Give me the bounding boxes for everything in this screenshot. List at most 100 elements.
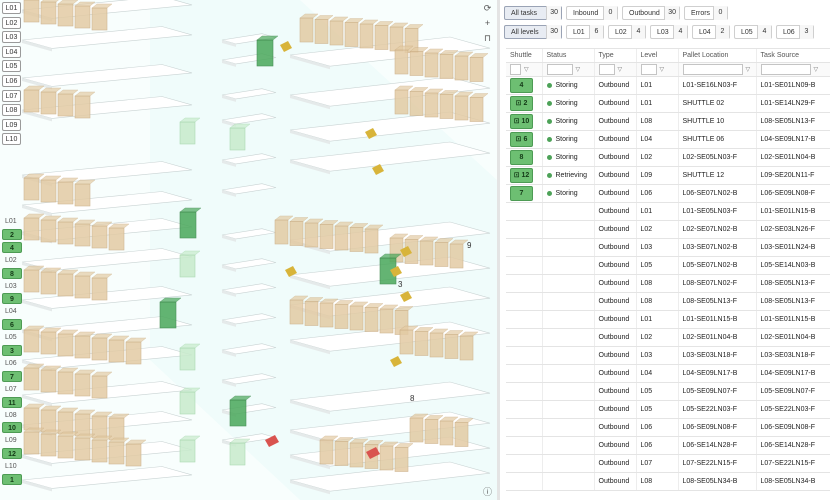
filter-type[interactable]: ▽ [593,62,636,77]
level-button-l03[interactable]: L03 [2,31,21,44]
level-button-l04[interactable]: L04 [2,45,21,58]
side-shuttle-badge[interactable]: 2 [2,228,22,240]
table-row[interactable]: ⊡ 12 Retrieving Outbound L09 SHUTTLE 12 L09-S… [506,166,830,185]
type_filters-chip[interactable]: Inbound 0 [566,6,618,20]
filter-input[interactable] [640,64,657,75]
level_filters-chip[interactable]: All levels 30 [504,25,562,39]
col-header-level[interactable]: Level [635,48,678,63]
shuttle-badge[interactable]: ⊡ 12 [510,168,533,183]
shuttle-badge[interactable]: ⊡ 2 [510,96,533,111]
table-row[interactable]: 8 Storing Outbound L02 L02-SE05LN03-F L02-SE0… [506,148,830,167]
level-button-l08[interactable]: L08 [2,104,21,117]
col-header-task-source[interactable]: Task Source [755,48,830,63]
filter-icon[interactable]: ▽ [746,66,751,73]
filter-pallet-location[interactable]: ▽ [677,62,756,77]
table-row[interactable]: ⊡ 10 Storing Outbound L08 SHUTTLE 10 L08-SE05… [506,112,830,131]
level_filters-chip[interactable]: L02 4 [608,25,646,39]
side-shuttle-badge[interactable]: 3 [2,345,22,356]
table-filter-row: ▽ ▽ ▽ ▽ ▽ ▽ [506,62,830,77]
warehouse-3d-view[interactable]: L01 L02 L03 L04 L05 L06 L07 L08 L09 L10 L01 2 4 L02 8… [0,0,497,500]
side-shuttle-badge[interactable]: 6 [2,319,22,331]
level_filters-chip[interactable]: L04 2 [692,25,730,39]
shuttle-active [159,301,177,329]
filter-shuttle[interactable]: ▽ [506,62,542,77]
filter-status[interactable]: ▽ [541,62,594,77]
side-shuttle-badge[interactable]: 1 [2,474,22,485]
info-icon[interactable]: ⓘ [481,486,494,499]
level_filters-chip[interactable]: L03 4 [650,25,688,39]
type_filters-chip[interactable]: Errors 0 [684,6,728,20]
crosshair-icon[interactable]: + [481,17,494,30]
table-row[interactable]: Outbound L08 L08-SE05LN34-B L08-SE05LN34-B [506,472,830,491]
table-row[interactable]: Outbound L01 L01-SE05LN03-F L01-SE01LN15-B [506,202,830,221]
table-row[interactable]: Outbound L07 L07-SE22LN15-F L07-SE22LN15-F [506,454,830,473]
shuttle-badge[interactable]: 4 [510,78,533,93]
filter-input[interactable] [598,64,615,75]
level-button-l05[interactable]: L05 [2,60,21,73]
col-header-pallet-location[interactable]: Pallet Location [677,48,756,63]
side-shuttle-badge[interactable]: 8 [2,267,22,279]
shuttle-badge[interactable]: 7 [510,186,533,201]
side-shuttle-badge[interactable]: 12 [2,448,22,460]
table-row[interactable]: Outbound L08 L08-SE05LN13-F L08-SE05LN13-F [506,292,830,311]
table-row[interactable]: ⊡ 2 Storing Outbound L01 SHUTTLE 02 L01-SE14L… [506,94,830,113]
table-row[interactable]: Outbound L08 L08-SE07LN02-F L08-SE05LN13-F [506,274,830,293]
cell-pallet-location: SHUTTLE 10 [677,112,756,131]
table-row[interactable]: Outbound L05 L05-SE09LN07-F L05-SE09LN07-F [506,382,830,401]
filter-input[interactable] [546,64,573,75]
level-button-l10[interactable]: L10 [2,133,21,146]
level-button-l07[interactable]: L07 [2,89,21,102]
filter-icon[interactable]: ▽ [576,66,581,73]
col-header-type[interactable]: Type [593,48,636,63]
refresh-icon[interactable]: ⟳ [481,2,494,15]
table-row[interactable]: Outbound L03 L03-SE07LN02-B L03-SE01LN24-B [506,238,830,257]
side-shuttle-badge[interactable]: 10 [2,422,22,434]
filter-icon[interactable]: ▽ [618,66,623,73]
side-shuttle-badge[interactable]: 4 [2,241,22,253]
lock-icon[interactable]: ⊓ [481,32,494,45]
filter-icon[interactable]: ▽ [814,66,819,73]
filter-input[interactable] [760,64,811,75]
table-row[interactable]: Outbound L05 L05-SE07LN02-B L05-SE14LN03-B [506,256,830,275]
table-row[interactable]: ⊡ 6 Storing Outbound L04 SHUTTLE 06 L04-SE09L… [506,130,830,149]
shuttle-badge[interactable]: 8 [510,150,533,165]
filter-task-source[interactable]: ▽ [755,62,830,77]
filter-icon[interactable]: ▽ [660,66,665,73]
level_filters-chip[interactable]: L06 3 [776,25,814,39]
cell-shuttle [506,256,542,275]
level-button-l01[interactable]: L01 [2,2,21,14]
type_filters-chip[interactable]: All tasks 30 [504,6,562,20]
pallet-box [349,305,364,331]
filter-input[interactable] [682,64,743,75]
level-button-l06[interactable]: L06 [2,75,21,87]
table-row[interactable]: Outbound L01 L01-SE01LN15-B L01-SE01LN15-B [506,310,830,329]
col-header-status[interactable]: Status [541,48,594,63]
filter-checkbox[interactable] [510,64,521,75]
type_filters-chip[interactable]: Outbound 30 [622,6,680,20]
table-row[interactable]: 7 Storing Outbound L06 L06-SE07LN02-B L06-SE0… [506,184,830,203]
side-shuttle-badge[interactable]: 11 [2,396,22,408]
shuttle-number: 7 [519,190,524,197]
shuttle-badge[interactable]: ⊡ 10 [510,114,533,129]
filter-level[interactable]: ▽ [635,62,678,77]
table-row[interactable]: Outbound L02 L02-SE07LN02-B L02-SE03LN26-F [506,220,830,239]
table-row[interactable]: 4 Storing Outbound L01 L01-SE16LN03-F L01-SE0… [506,76,830,95]
warehouse-scene[interactable] [0,0,497,500]
level-button-l02[interactable]: L02 [2,16,21,29]
table-row[interactable]: Outbound L02 L02-SE01LN04-B L02-SE01LN04-B [506,328,830,347]
table-row[interactable]: Outbound L04 L04-SE09LN17-B L04-SE09LN17-B [506,364,830,383]
level_filters-chip[interactable]: L01 6 [566,25,604,39]
level-button-l09[interactable]: L09 [2,118,21,131]
table-row[interactable]: Outbound L06 L06-SE14LN28-F L06-SE14LN28-F [506,436,830,455]
level_filters-chip-label: L04 [699,29,711,36]
table-row[interactable]: Outbound L03 L03-SE03LN18-F L03-SE03LN18-F [506,346,830,365]
shuttle-badge[interactable]: ⊡ 6 [510,132,533,147]
side-shuttle-badge[interactable]: 9 [2,293,22,305]
table-row[interactable]: Outbound L06 L06-SE09LN08-F L06-SE09LN08-F [506,418,830,437]
filter-icon[interactable]: ▽ [524,66,529,73]
table-row[interactable]: Outbound L05 L05-SE22LN03-F L05-SE22LN03-F [506,400,830,419]
level_filters-chip[interactable]: L05 4 [734,25,772,39]
shuttle-ghost [179,347,196,371]
col-header-shuttle[interactable]: Shuttle [506,48,542,63]
side-shuttle-badge[interactable]: 7 [2,370,22,382]
